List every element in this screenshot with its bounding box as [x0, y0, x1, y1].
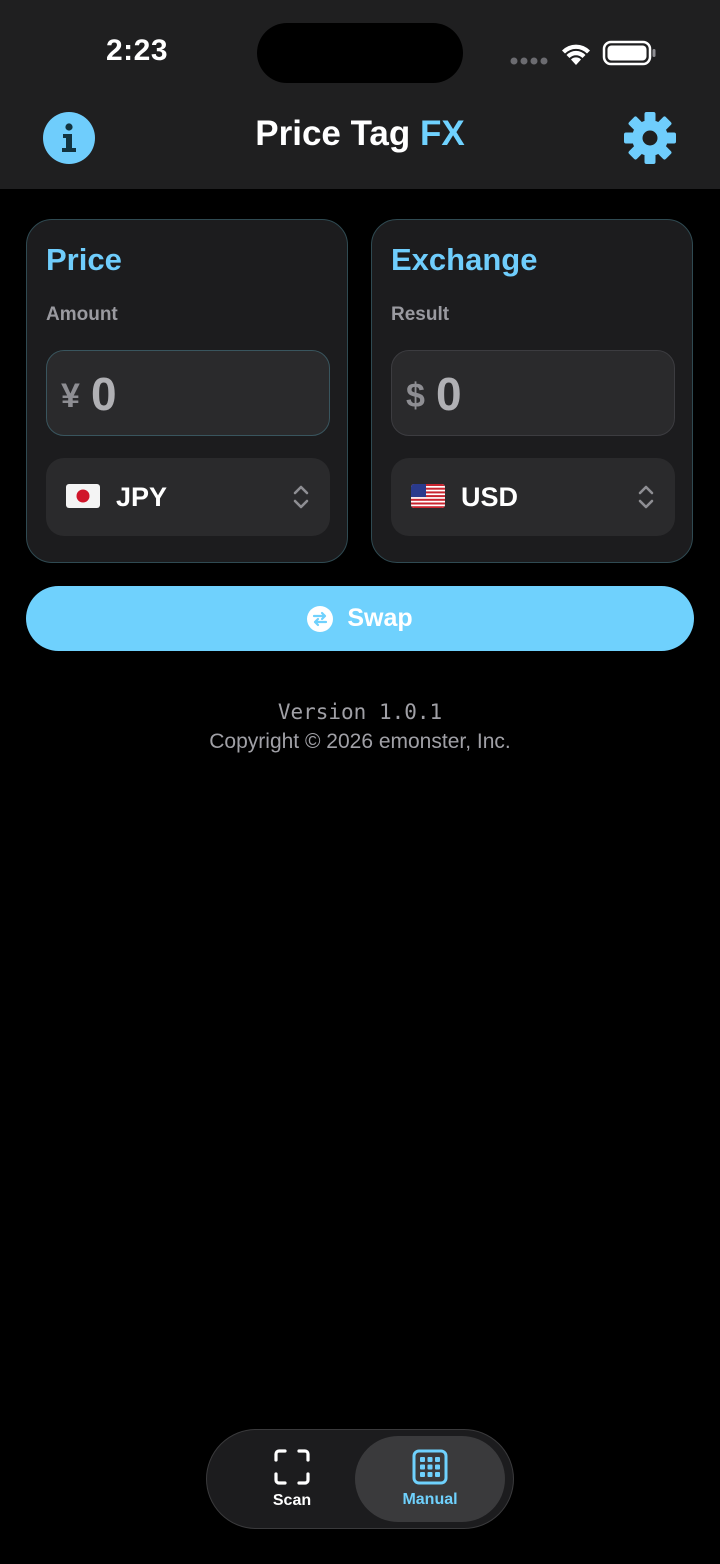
- source-currency-code: JPY: [116, 482, 168, 512]
- target-currency-code: USD: [461, 482, 519, 512]
- tab-manual-label: Manual: [402, 1491, 458, 1508]
- yen-symbol: ¥: [61, 377, 80, 415]
- price-card: Price Amount ¥ 0 JPY: [26, 219, 348, 563]
- result-label: Result: [391, 304, 450, 325]
- tab-scan-label: Scan: [272, 1492, 312, 1509]
- app-title: Price Tag FX: [0, 114, 720, 154]
- result-value: 0: [436, 368, 462, 420]
- target-currency-select[interactable]: USD: [391, 458, 675, 536]
- result-field: $ 0: [391, 350, 675, 436]
- keypad-grid-icon: [412, 1449, 448, 1485]
- app-screen: 2:23 Price Tag FX Price Amount ¥ 0 JPY E…: [0, 0, 720, 1564]
- tab-scan[interactable]: Scan: [217, 1436, 367, 1522]
- settings-button[interactable]: [622, 110, 678, 166]
- chevron-up-down-icon: [638, 485, 654, 509]
- dollar-symbol: $: [406, 377, 425, 415]
- exchange-card-title: Exchange: [391, 242, 538, 277]
- status-time: 2:23: [106, 34, 169, 67]
- app-title-main: Price Tag: [255, 114, 411, 153]
- japan-flag-icon: [66, 484, 100, 508]
- swap-arrows-icon: [307, 605, 334, 632]
- amount-value: 0: [91, 368, 117, 420]
- amount-label: Amount: [46, 304, 118, 325]
- app-title-accent: FX: [419, 114, 465, 153]
- source-currency-select[interactable]: JPY: [46, 458, 330, 536]
- cellular-signal-icon: [510, 57, 548, 65]
- battery-icon: [602, 40, 656, 66]
- amount-input[interactable]: ¥ 0: [46, 350, 330, 436]
- dynamic-island: [257, 23, 463, 83]
- price-card-title: Price: [46, 242, 122, 277]
- top-bar: 2:23 Price Tag FX: [0, 0, 720, 189]
- usa-flag-icon: [411, 484, 445, 508]
- chevron-up-down-icon: [293, 485, 309, 509]
- scan-frame-icon: [274, 1449, 310, 1485]
- swap-label: Swap: [347, 604, 413, 632]
- swap-button[interactable]: Swap: [26, 586, 694, 651]
- version-text: Version 1.0.1: [277, 700, 443, 724]
- status-icons: [510, 40, 656, 66]
- tab-manual[interactable]: Manual: [355, 1436, 505, 1522]
- wifi-icon: [562, 44, 590, 65]
- exchange-card: Exchange Result $ 0 USD: [371, 219, 693, 563]
- gear-icon: [624, 112, 676, 164]
- tab-bar: Scan Manual: [206, 1429, 514, 1529]
- copyright-text: Copyright © 2026 emonster, Inc.: [209, 730, 511, 753]
